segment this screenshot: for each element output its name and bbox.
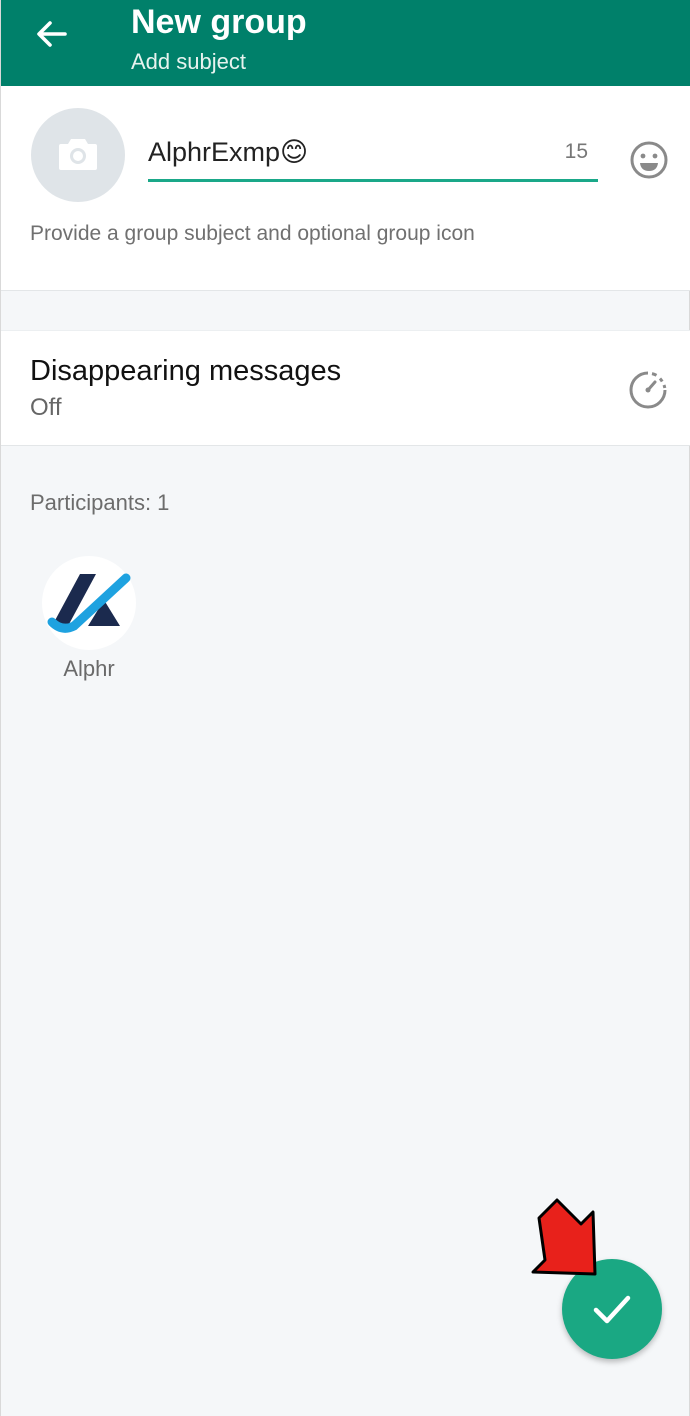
checkmark-icon xyxy=(593,1295,631,1324)
subject-hint: Provide a group subject and optional gro… xyxy=(30,222,475,245)
timer-icon xyxy=(627,369,669,411)
participant-item[interactable]: Alphr xyxy=(41,556,137,682)
disappearing-messages-value: Off xyxy=(30,394,62,421)
group-subject-input[interactable]: AlphrExmp😊 15 xyxy=(148,132,598,182)
emoji-icon xyxy=(630,141,668,179)
page-subtitle: Add subject xyxy=(131,49,246,74)
page-title: New group xyxy=(131,3,307,41)
group-icon-button[interactable] xyxy=(31,108,125,202)
participants-count: Participants: 1 xyxy=(30,490,170,515)
arrow-left-icon xyxy=(37,21,67,47)
back-button[interactable] xyxy=(31,14,71,54)
alphr-logo xyxy=(47,573,131,633)
group-subject-value: AlphrExmp😊 xyxy=(148,137,309,167)
participant-name: Alphr xyxy=(63,656,115,681)
disappearing-messages-title: Disappearing messages xyxy=(30,355,342,387)
character-counter: 15 xyxy=(564,140,588,163)
red-arrow-pointer xyxy=(531,1196,611,1286)
app-bar: New group Add subject xyxy=(1,0,690,86)
group-subject-card: AlphrExmp😊 15 Provide a group subject an… xyxy=(1,86,690,291)
camera-icon xyxy=(59,139,97,170)
avatar xyxy=(42,556,136,650)
disappearing-messages-row[interactable]: Disappearing messages Off xyxy=(1,330,690,446)
emoji-button[interactable] xyxy=(628,139,670,181)
